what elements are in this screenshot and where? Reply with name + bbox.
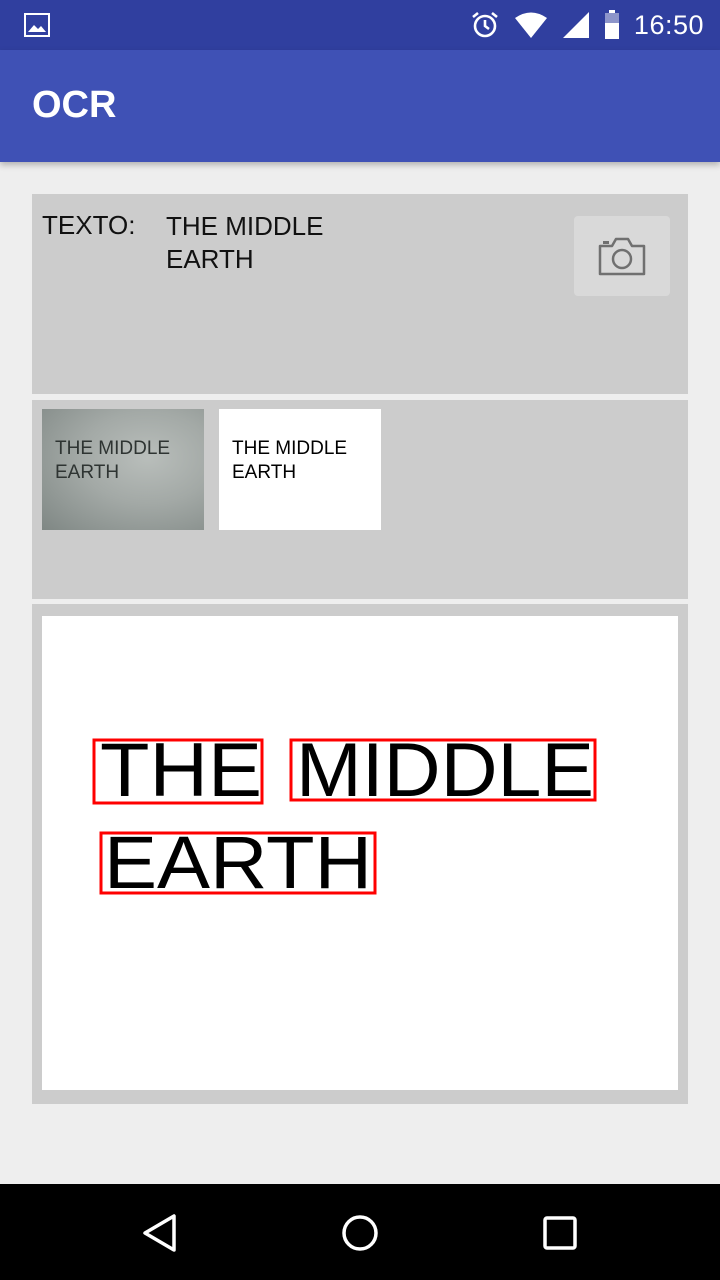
recognized-text-panel: TEXTO: THE MIDDLE EARTH: [32, 194, 688, 394]
alarm-icon: [472, 11, 498, 38]
original-thumbnail-text: THE MIDDLE EARTH: [55, 437, 170, 485]
app-bar: OCR: [0, 50, 720, 162]
app-title: OCR: [32, 84, 117, 126]
back-icon[interactable]: [136, 1208, 186, 1258]
texto-label: TEXTO:: [42, 210, 136, 240]
original-image-thumbnail[interactable]: THE MIDDLE EARTH: [42, 409, 204, 530]
original-thumbnail-line2: EARTH: [55, 462, 120, 483]
status-icons: 16:50: [470, 0, 704, 50]
original-thumbnail-line1: THE MIDDLE: [55, 438, 171, 459]
ocr-result-panel: THE MIDDLE EARTH: [32, 604, 688, 1104]
wifi-icon: [514, 12, 547, 38]
recognized-text-value: THE MIDDLE EARTH: [166, 211, 324, 274]
signal-icon: [562, 12, 589, 38]
navigation-bar: [0, 1184, 720, 1280]
processed-image-thumbnail[interactable]: THE MIDDLE EARTH: [219, 409, 381, 530]
thumbnails-panel: THE MIDDLE EARTH THE MIDDLE EARTH: [32, 400, 688, 599]
processed-thumbnail-text: THE MIDDLE EARTH: [232, 437, 347, 485]
processed-thumbnail-line2: EARTH: [232, 462, 297, 483]
battery-icon: [604, 10, 619, 39]
status-time: 16:50: [633, 9, 704, 40]
home-icon[interactable]: [335, 1208, 385, 1258]
ocr-result-image: THE MIDDLE EARTH: [42, 616, 678, 1090]
camera-button[interactable]: [574, 216, 670, 296]
ocr-result-svg: THE MIDDLE EARTH: [92, 728, 597, 904]
status-bar: 16:50: [0, 0, 720, 50]
processed-thumbnail-line1: THE MIDDLE: [232, 438, 348, 459]
camera-icon: [598, 237, 646, 276]
image-notification-icon: [24, 13, 50, 37]
recents-icon[interactable]: [535, 1208, 585, 1258]
